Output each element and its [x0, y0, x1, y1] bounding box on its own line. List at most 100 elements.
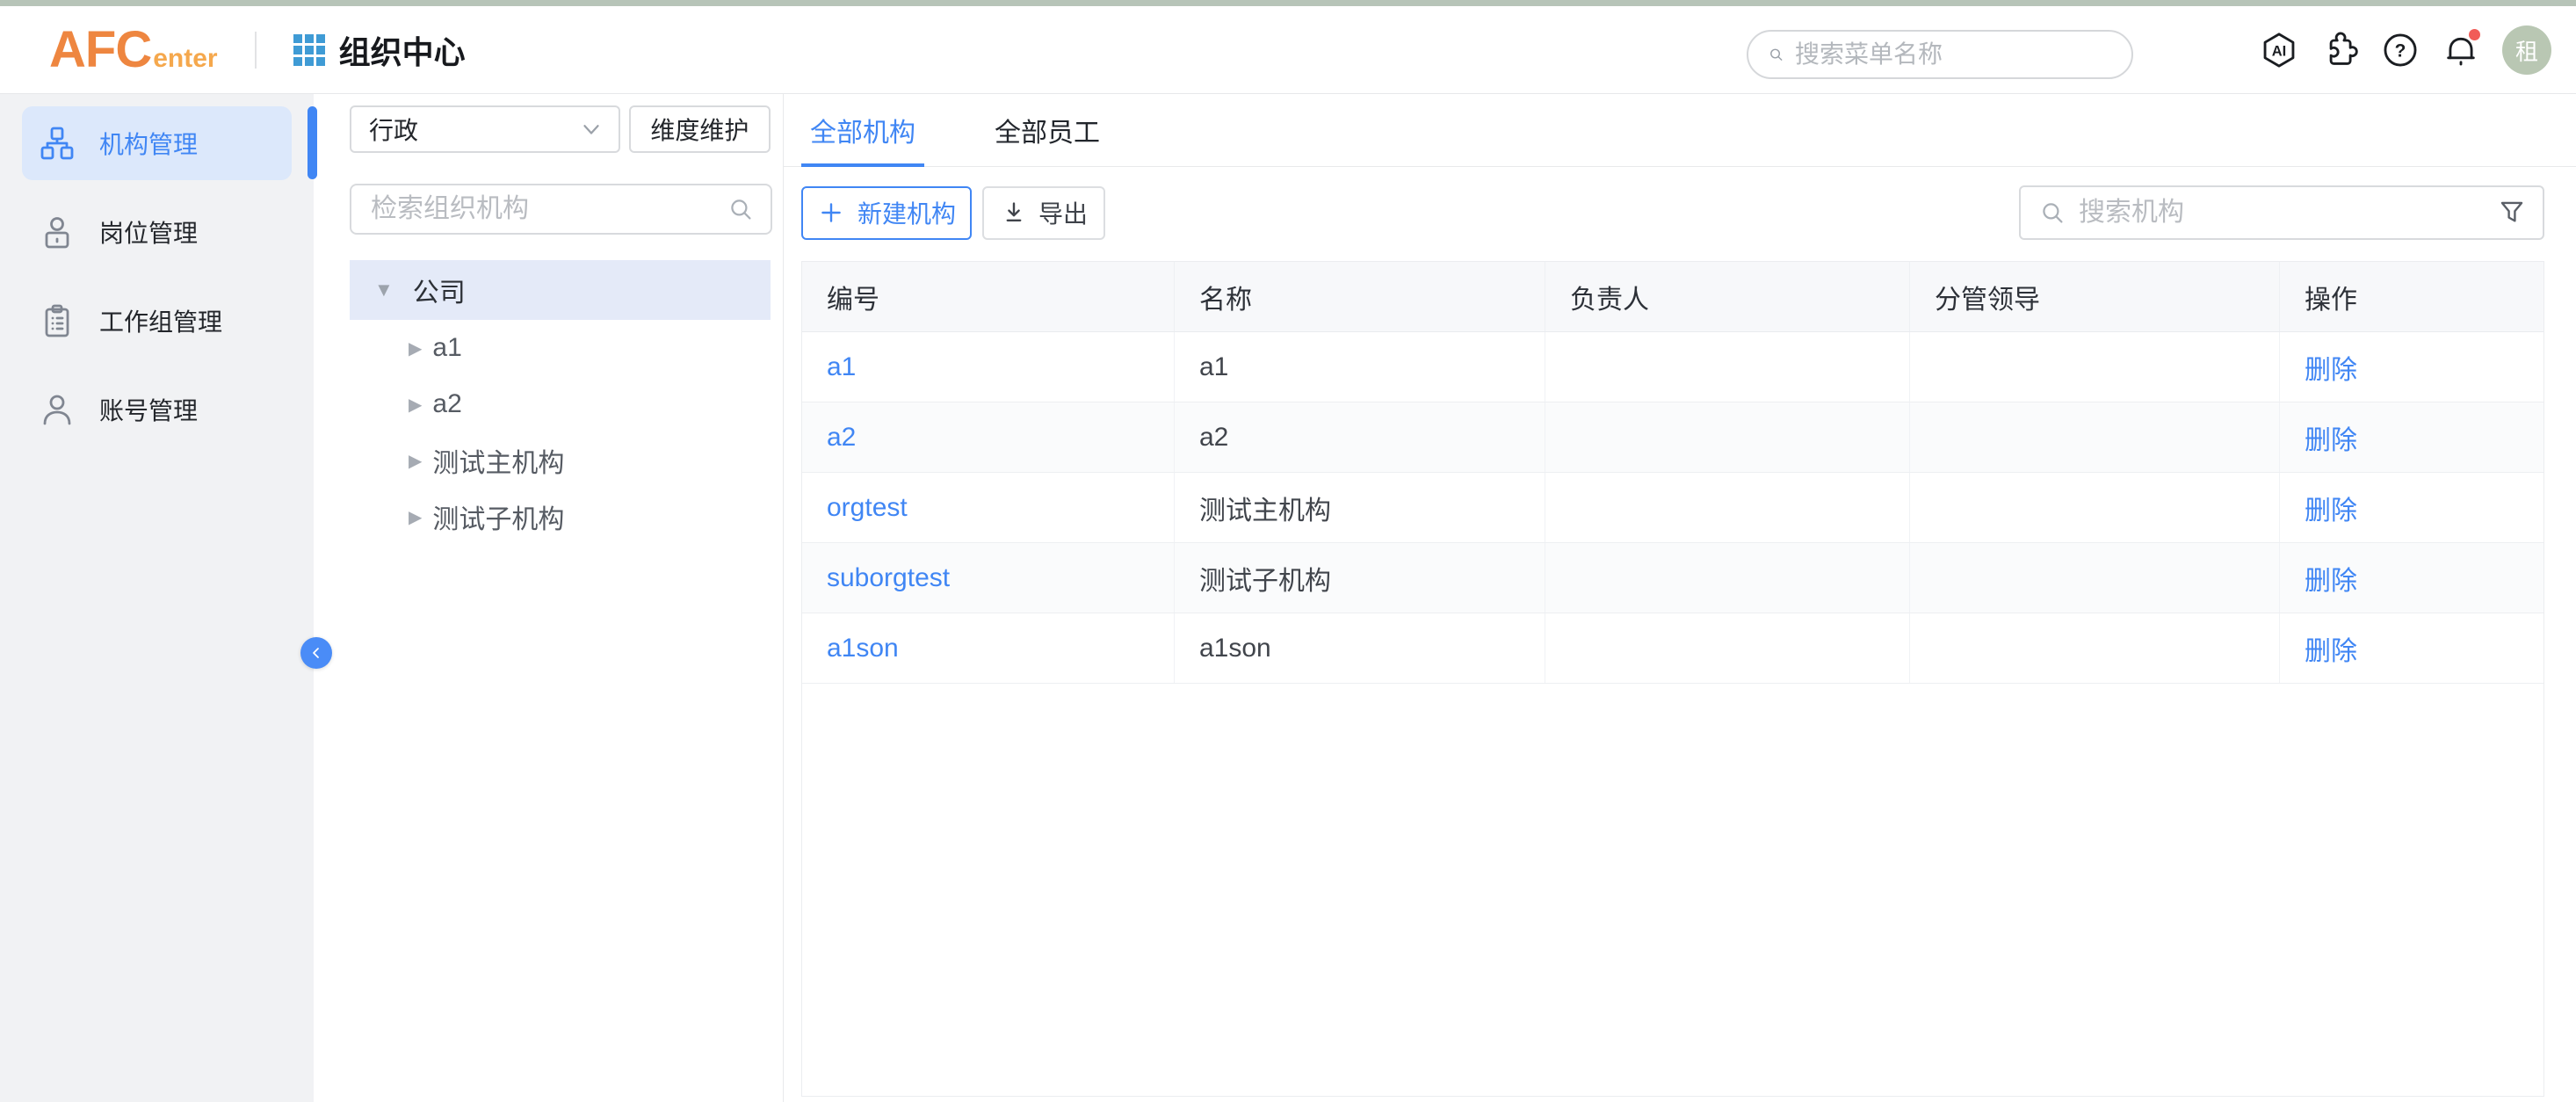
- cell-owner: [1545, 402, 1910, 472]
- caret-right-icon[interactable]: ▶: [409, 506, 422, 528]
- chevron-left-icon: [308, 644, 325, 662]
- org-code-link[interactable]: a1son: [827, 634, 899, 663]
- app-grid-icon[interactable]: [293, 34, 325, 66]
- tree-node-label: 测试子机构: [432, 497, 564, 536]
- table-row: orgtest 测试主机构 删除: [802, 473, 2543, 543]
- search-icon: [2038, 199, 2066, 227]
- org-code-link[interactable]: a2: [827, 423, 856, 453]
- sidebar-item-label: 账号管理: [99, 392, 198, 427]
- tree-node-company[interactable]: ▼ 公司: [350, 260, 771, 320]
- delete-link[interactable]: 删除: [2305, 629, 2357, 668]
- delete-link[interactable]: 删除: [2305, 559, 2357, 598]
- caret-down-icon[interactable]: ▼: [374, 279, 394, 301]
- org-tree-panel: 行政 维度维护 ▼ 公司 ▶ a1 ▶ a2: [314, 94, 784, 1102]
- sidebar: 机构管理 岗位管理 工作组管理: [0, 94, 314, 1102]
- delete-link[interactable]: 删除: [2305, 418, 2357, 457]
- tree-node-label: a1: [432, 333, 461, 363]
- tree-node[interactable]: ▶ a1: [350, 320, 771, 376]
- org-code-link[interactable]: suborgtest: [827, 563, 950, 593]
- delete-link[interactable]: 删除: [2305, 348, 2357, 387]
- column-header-code: 编号: [802, 262, 1175, 331]
- org-table: 编号 名称 负责人 分管领导 操作 a1 a1 删除 a2 a2: [801, 261, 2544, 1097]
- column-header-name: 名称: [1175, 262, 1545, 331]
- cell-owner: [1545, 613, 1910, 683]
- dimension-select[interactable]: 行政: [350, 105, 620, 153]
- cell-name: 测试子机构: [1175, 543, 1545, 613]
- notification-dot: [2469, 29, 2480, 40]
- cell-name: 测试主机构: [1175, 473, 1545, 542]
- dimension-maintain-button[interactable]: 维度维护: [629, 105, 771, 153]
- tab-all-orgs[interactable]: 全部机构: [801, 94, 924, 167]
- clipboard-icon: [40, 303, 75, 338]
- svg-text:AI: AI: [2272, 44, 2287, 60]
- logo-text-main: AFC: [49, 20, 151, 79]
- notification-bell-icon[interactable]: [2442, 31, 2480, 69]
- org-tree-search-input[interactable]: [371, 194, 727, 224]
- caret-right-icon[interactable]: ▶: [409, 450, 422, 472]
- sidebar-item-label: 机构管理: [99, 126, 198, 161]
- menu-search-box[interactable]: [1747, 30, 2133, 79]
- help-icon[interactable]: ?: [2381, 31, 2420, 69]
- tree-node-label: 公司: [413, 271, 466, 309]
- active-tab-underline: [801, 163, 924, 167]
- sidebar-item-label: 工作组管理: [99, 303, 222, 338]
- org-code-link[interactable]: a1: [827, 352, 856, 382]
- top-accent-strip: [0, 0, 2576, 6]
- caret-right-icon[interactable]: ▶: [409, 394, 422, 416]
- tree-node[interactable]: ▶ 测试子机构: [350, 489, 771, 545]
- tabs-bar: 全部机构 全部员工: [784, 94, 2576, 167]
- tab-label: 全部员工: [995, 111, 1100, 149]
- cell-leader: [1910, 402, 2280, 472]
- caret-right-icon[interactable]: ▶: [409, 337, 422, 359]
- page-title: 组织中心: [339, 27, 466, 73]
- cell-owner: [1545, 543, 1910, 613]
- dimension-select-value: 行政: [369, 112, 418, 147]
- toolbar: 新建机构 导出: [784, 185, 2576, 240]
- org-code-link[interactable]: orgtest: [827, 493, 908, 523]
- afcenter-logo[interactable]: AFC enter: [49, 20, 218, 79]
- header-actions: AI ? 租: [2260, 6, 2551, 94]
- table-row: a1son a1son 删除: [802, 613, 2543, 684]
- table-row: suborgtest 测试子机构 删除: [802, 543, 2543, 613]
- search-icon: [727, 195, 755, 223]
- table-row: a1 a1 删除: [802, 332, 2543, 402]
- column-header-owner: 负责人: [1545, 262, 1910, 331]
- new-org-button[interactable]: 新建机构: [801, 186, 972, 240]
- column-header-leader: 分管领导: [1910, 262, 2280, 331]
- active-menu-indicator: [308, 106, 317, 179]
- tree-node-label: a2: [432, 389, 461, 419]
- ai-assistant-icon[interactable]: AI: [2260, 31, 2298, 69]
- export-button[interactable]: 导出: [982, 186, 1105, 240]
- tree-node[interactable]: ▶ a2: [350, 376, 771, 432]
- cell-leader: [1910, 332, 2280, 402]
- filter-icon[interactable]: [2497, 198, 2527, 228]
- org-tree-search-box[interactable]: [350, 184, 772, 235]
- delete-link[interactable]: 删除: [2305, 489, 2357, 527]
- tab-all-employees[interactable]: 全部员工: [986, 94, 1109, 167]
- plugin-puzzle-icon[interactable]: [2320, 31, 2359, 69]
- logo-text-sub: enter: [153, 44, 217, 74]
- search-icon: [1768, 41, 1784, 68]
- org-tree: ▼ 公司 ▶ a1 ▶ a2 ▶ 测试主机构 ▶ 测试子机构: [350, 260, 771, 545]
- plus-icon: [817, 199, 845, 227]
- org-search-input[interactable]: [2079, 198, 2497, 228]
- user-icon: [40, 392, 75, 427]
- sidebar-item-org-management[interactable]: 机构管理: [22, 106, 292, 180]
- menu-search-input[interactable]: [1795, 40, 2112, 69]
- sidebar-item-position-management[interactable]: 岗位管理: [22, 195, 292, 269]
- tree-node[interactable]: ▶ 测试主机构: [350, 432, 771, 489]
- tab-label: 全部机构: [810, 111, 915, 149]
- org-search-box[interactable]: [2019, 185, 2544, 240]
- header-divider: [255, 32, 257, 69]
- app-header: AFC enter 组织中心 AI ?: [0, 6, 2576, 94]
- sidebar-item-workgroup-management[interactable]: 工作组管理: [22, 284, 292, 358]
- cell-owner: [1545, 332, 1910, 402]
- collapse-tree-button[interactable]: [300, 637, 332, 669]
- column-header-action: 操作: [2280, 262, 2543, 331]
- sidebar-item-account-management[interactable]: 账号管理: [22, 373, 292, 446]
- table-header-row: 编号 名称 负责人 分管领导 操作: [802, 262, 2543, 332]
- download-icon: [1000, 199, 1028, 227]
- cell-name: a1son: [1175, 613, 1545, 683]
- avatar[interactable]: 租: [2502, 25, 2551, 75]
- cell-leader: [1910, 543, 2280, 613]
